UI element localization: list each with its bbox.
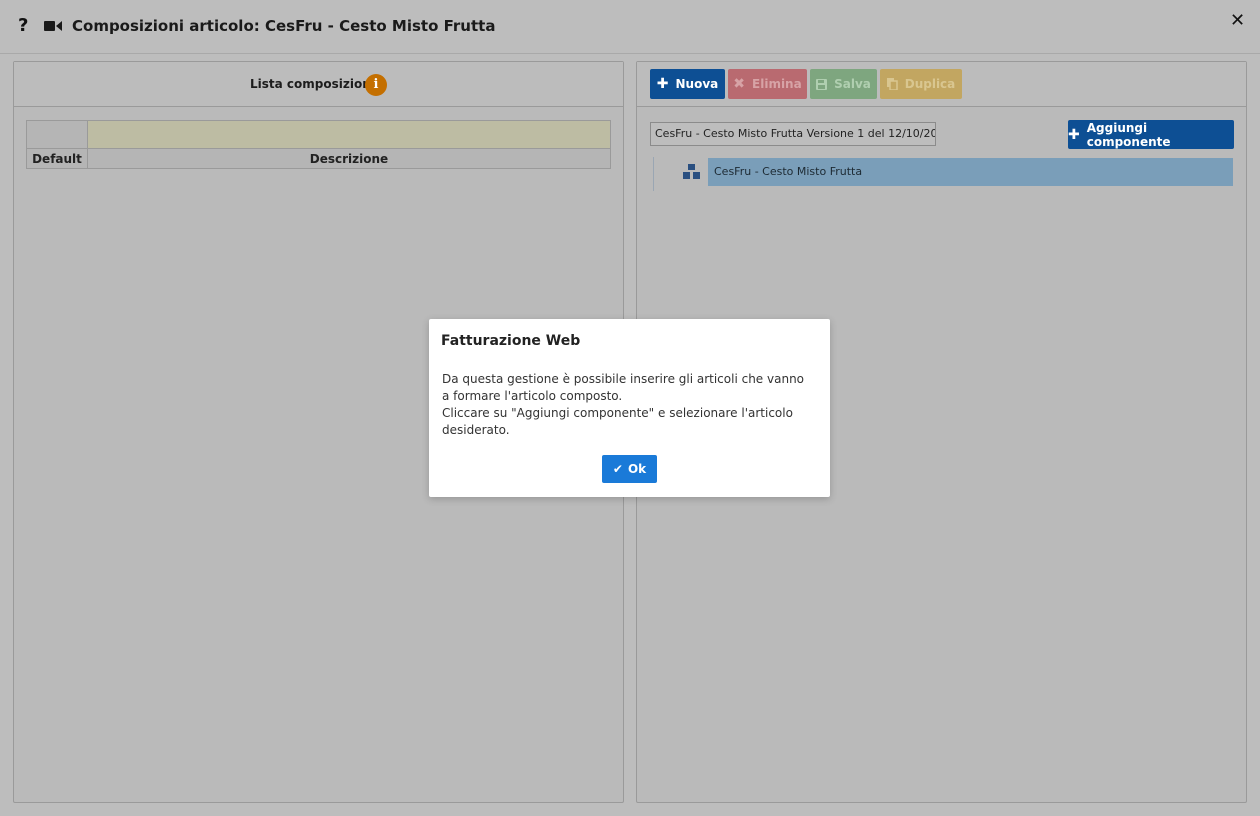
- tree-connector: [653, 157, 654, 191]
- plus-icon: ✚: [656, 76, 669, 92]
- copy-icon: [886, 78, 898, 90]
- column-header-default[interactable]: Default: [26, 148, 88, 169]
- help-icon[interactable]: ?: [18, 15, 28, 36]
- floppy-disk-icon: [816, 78, 828, 90]
- new-button-label: Nuova: [675, 77, 719, 91]
- tree-node-root[interactable]: CesFru - Cesto Misto Frutta: [708, 158, 1233, 186]
- check-icon: ✔: [612, 462, 623, 476]
- grid-header-row: Default Descrizione: [26, 148, 611, 169]
- compositions-grid: Default Descrizione: [26, 120, 611, 169]
- info-dialog: Fatturazione Web Da questa gestione è po…: [429, 319, 830, 497]
- delete-button[interactable]: ✖ Elimina: [728, 69, 807, 99]
- add-component-label: Aggiungi componente: [1086, 120, 1171, 149]
- new-button[interactable]: ✚ Nuova: [650, 69, 725, 99]
- dialog-message-line2: Cliccare su "Aggiungi componente" e sele…: [442, 406, 793, 437]
- column-header-description[interactable]: Descrizione: [87, 148, 611, 169]
- ok-button[interactable]: ✔ Ok: [602, 455, 657, 483]
- compositions-list-title: Lista composizioni: [250, 77, 375, 91]
- dialog-message: Da questa gestione è possibile inserire …: [442, 371, 814, 439]
- ok-button-label: Ok: [627, 462, 647, 476]
- save-button[interactable]: Salva: [810, 69, 877, 99]
- grid-filter-row: [26, 120, 611, 149]
- window-titlebar: ? Composizioni articolo: CesFru - Cesto …: [0, 0, 1260, 54]
- plus-icon: ✚: [1068, 126, 1080, 143]
- x-icon: ✖: [733, 76, 746, 92]
- dialog-title: Fatturazione Web: [441, 333, 581, 349]
- composition-toolbar: ✚ Nuova ✖ Elimina Salva Duplica: [637, 62, 1246, 107]
- video-camera-icon: [44, 21, 62, 31]
- duplicate-button-label: Duplica: [904, 77, 956, 91]
- version-select[interactable]: CesFru - Cesto Misto Frutta Versione 1 d…: [650, 122, 936, 146]
- close-icon[interactable]: ✕: [1230, 10, 1245, 31]
- delete-button-label: Elimina: [752, 77, 802, 91]
- save-button-label: Salva: [834, 77, 871, 91]
- window-title: Composizioni articolo: CesFru - Cesto Mi…: [72, 17, 496, 35]
- add-component-button[interactable]: ✚ Aggiungi componente: [1068, 120, 1234, 149]
- info-icon[interactable]: i: [365, 74, 387, 96]
- boxes-icon: [683, 164, 700, 179]
- duplicate-button[interactable]: Duplica: [880, 69, 962, 99]
- compositions-list-header: Lista composizioni i: [14, 62, 623, 107]
- filter-default-cell[interactable]: [26, 120, 88, 149]
- filter-description-cell[interactable]: [87, 120, 611, 149]
- dialog-message-line1: Da questa gestione è possibile inserire …: [442, 372, 805, 403]
